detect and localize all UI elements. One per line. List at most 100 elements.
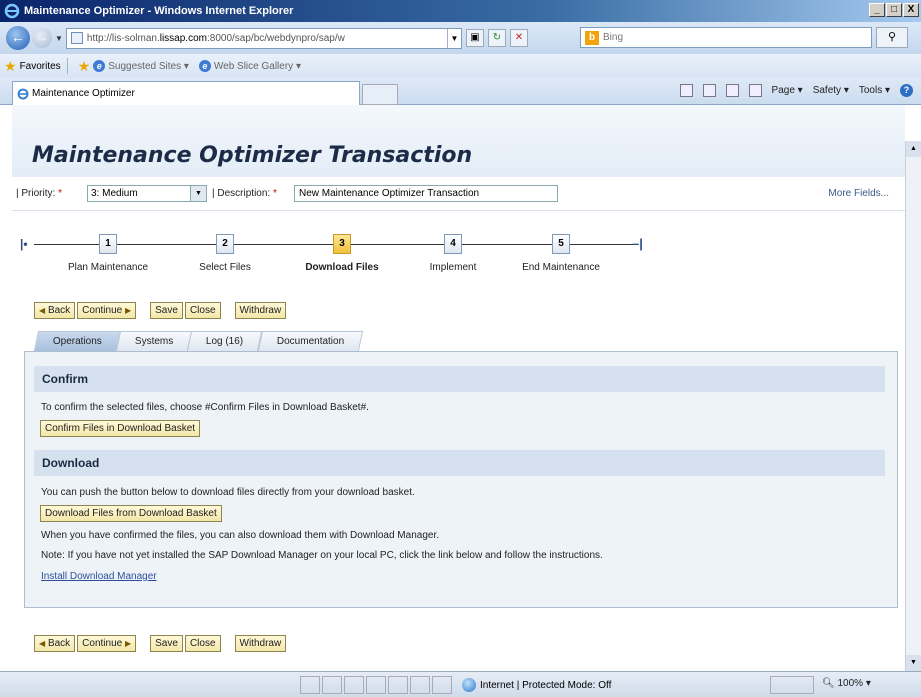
tab-label: Operations — [52, 336, 102, 347]
browser-tab[interactable]: Maintenance Optimizer — [12, 81, 360, 105]
forward-arrow-icon: → — [36, 30, 48, 44]
globe-icon — [462, 678, 476, 692]
continue-button[interactable]: Continue ▶ — [77, 302, 137, 319]
security-zone[interactable]: Internet | Protected Mode: Off — [462, 678, 611, 692]
compatibility-view-button[interactable]: ▣ — [465, 29, 484, 47]
priority-label-text: Priority: — [21, 188, 56, 199]
stop-button[interactable]: ✕ — [509, 29, 528, 47]
tabstrip: Operations Systems Log (16) Documentatio… — [33, 331, 363, 351]
print-icon[interactable] — [748, 84, 762, 97]
mail-icon[interactable] — [725, 84, 739, 97]
vertical-scrollbar[interactable]: ▲ ▼ — [905, 141, 921, 671]
description-value: New Maintenance Optimizer Transaction — [299, 188, 480, 199]
priority-select[interactable]: 3: Medium ▼ — [87, 185, 207, 202]
scroll-down-icon[interactable]: ▼ — [906, 655, 921, 671]
refresh-icon: ↻ — [492, 32, 502, 43]
roadmap-step-1[interactable]: 1 — [99, 234, 117, 254]
confirm-section-header: Confirm — [34, 366, 885, 392]
home-icon[interactable] — [679, 84, 693, 97]
close-button[interactable]: Close — [184, 302, 221, 319]
roadmap-step-label: Select Files — [199, 262, 251, 273]
confirm-files-button[interactable]: Confirm Files in Download Basket — [40, 420, 201, 437]
command-bar: Page ▾ Safety ▾ Tools ▾ ? — [679, 84, 913, 97]
back-button[interactable]: ◀ Back — [34, 635, 76, 652]
favorites-star-icon: ★ — [4, 57, 17, 74]
top-toolbar: ◀ Back Continue ▶ Save Close Withdraw — [34, 302, 288, 319]
back-label: Back — [47, 305, 71, 316]
browser-tab-label: Maintenance Optimizer — [32, 88, 135, 99]
url-suffix: :8000/sap/bc/webdynpro/sap/w — [206, 32, 345, 44]
address-toolbar: ← → ▼ http://lis-solman. lissap.com:8000/… — [0, 22, 921, 54]
favorites-bar: ★ Favorites ★ e Suggested Sites ▾ e Web … — [0, 54, 921, 78]
minimize-button[interactable]: _ — [869, 3, 885, 17]
tools-menu[interactable]: Tools ▾ — [859, 85, 890, 96]
new-tab-button[interactable] — [362, 84, 398, 105]
withdraw-button[interactable]: Withdraw — [234, 635, 287, 652]
confirm-instructions: To confirm the selected files, choose #C… — [41, 402, 369, 413]
url-domain: lissap.com — [159, 32, 207, 44]
required-marker: * — [58, 188, 62, 199]
download-section-header: Download — [34, 450, 885, 476]
roadmap-end-icon: –| — [632, 236, 643, 251]
suggested-sites-label: Suggested Sites ▾ — [108, 60, 189, 72]
ie-page-icon: e — [198, 60, 211, 72]
favorites-button[interactable]: Favorites — [20, 61, 61, 72]
download-manager-text: When you have confirmed the files, you c… — [41, 530, 440, 541]
url-prefix: http://lis-solman. — [86, 32, 160, 44]
back-button[interactable]: ◀ Back — [34, 302, 76, 319]
more-fields-link[interactable]: More Fields... — [828, 188, 889, 199]
zoom-level[interactable]: 🔍︎ 100% ▾ — [822, 678, 871, 689]
page-title: Maintenance Optimizer Transaction — [32, 143, 473, 168]
continue-label: Continue — [82, 638, 123, 649]
continue-button[interactable]: Continue ▶ — [77, 635, 137, 652]
tab-log[interactable]: Log (16) — [187, 331, 263, 351]
safety-menu[interactable]: Safety ▾ — [813, 85, 849, 96]
bottom-toolbar: ◀ Back Continue ▶ Save Close Withdraw — [34, 635, 288, 652]
save-button[interactable]: Save — [150, 302, 183, 319]
search-placeholder: Bing — [603, 32, 624, 43]
search-button[interactable]: ⚲ — [876, 27, 908, 48]
roadmap-step-3[interactable]: 3 — [333, 234, 351, 254]
ie-page-icon: e — [93, 60, 106, 72]
withdraw-button[interactable]: Withdraw — [234, 302, 287, 319]
app-title-area: Maintenance Optimizer Transaction — [12, 105, 905, 177]
status-cell — [366, 676, 386, 694]
search-input[interactable]: b Bing — [580, 27, 872, 48]
roadmap-step-5[interactable]: 5 — [552, 234, 570, 254]
forward-nav-button[interactable]: → — [32, 28, 52, 48]
help-icon[interactable]: ? — [900, 84, 913, 97]
tab-operations[interactable]: Operations — [33, 331, 122, 351]
roadmap-step-4[interactable]: 4 — [444, 234, 462, 254]
ie-tab-icon — [17, 88, 29, 99]
install-download-manager-link[interactable]: Install Download Manager — [41, 571, 157, 582]
address-input[interactable]: http://lis-solman. lissap.com:8000/sap/bc… — [65, 27, 462, 49]
web-slice-gallery-label: Web Slice Gallery ▾ — [213, 60, 301, 72]
description-label-text: Description: — [217, 188, 271, 199]
web-slice-gallery-link[interactable]: e Web Slice Gallery ▾ — [198, 60, 301, 72]
page-menu[interactable]: Page ▾ — [772, 85, 803, 96]
back-nav-button[interactable]: ← — [6, 26, 30, 50]
roadmap-step-2[interactable]: 2 — [216, 234, 234, 254]
tab-systems[interactable]: Systems — [115, 331, 193, 351]
add-favorite-icon[interactable]: ★ — [78, 58, 91, 75]
maximize-button[interactable]: □ — [886, 3, 902, 17]
save-button[interactable]: Save — [150, 635, 183, 652]
page-icon — [70, 32, 83, 44]
feeds-icon[interactable] — [702, 84, 716, 97]
close-window-button[interactable]: X — [903, 3, 919, 17]
status-cell — [322, 676, 342, 694]
history-dropdown-icon[interactable]: ▼ — [55, 34, 63, 43]
download-files-button[interactable]: Download Files from Download Basket — [40, 505, 222, 522]
transaction-header: | Priority: * 3: Medium ▼ | Description:… — [12, 177, 905, 211]
suggested-sites-link[interactable]: e Suggested Sites ▾ — [93, 60, 189, 72]
protected-mode-cell[interactable] — [770, 676, 814, 694]
status-cell — [432, 676, 452, 694]
description-input[interactable]: New Maintenance Optimizer Transaction — [294, 185, 558, 202]
scroll-up-icon[interactable]: ▲ — [906, 141, 921, 157]
refresh-button[interactable]: ↻ — [487, 29, 506, 47]
tab-documentation[interactable]: Documentation — [257, 331, 363, 351]
status-cell — [300, 676, 320, 694]
address-dropdown-icon[interactable]: ▼ — [446, 28, 461, 48]
chevron-down-icon[interactable]: ▼ — [190, 186, 206, 201]
close-button[interactable]: Close — [184, 635, 221, 652]
